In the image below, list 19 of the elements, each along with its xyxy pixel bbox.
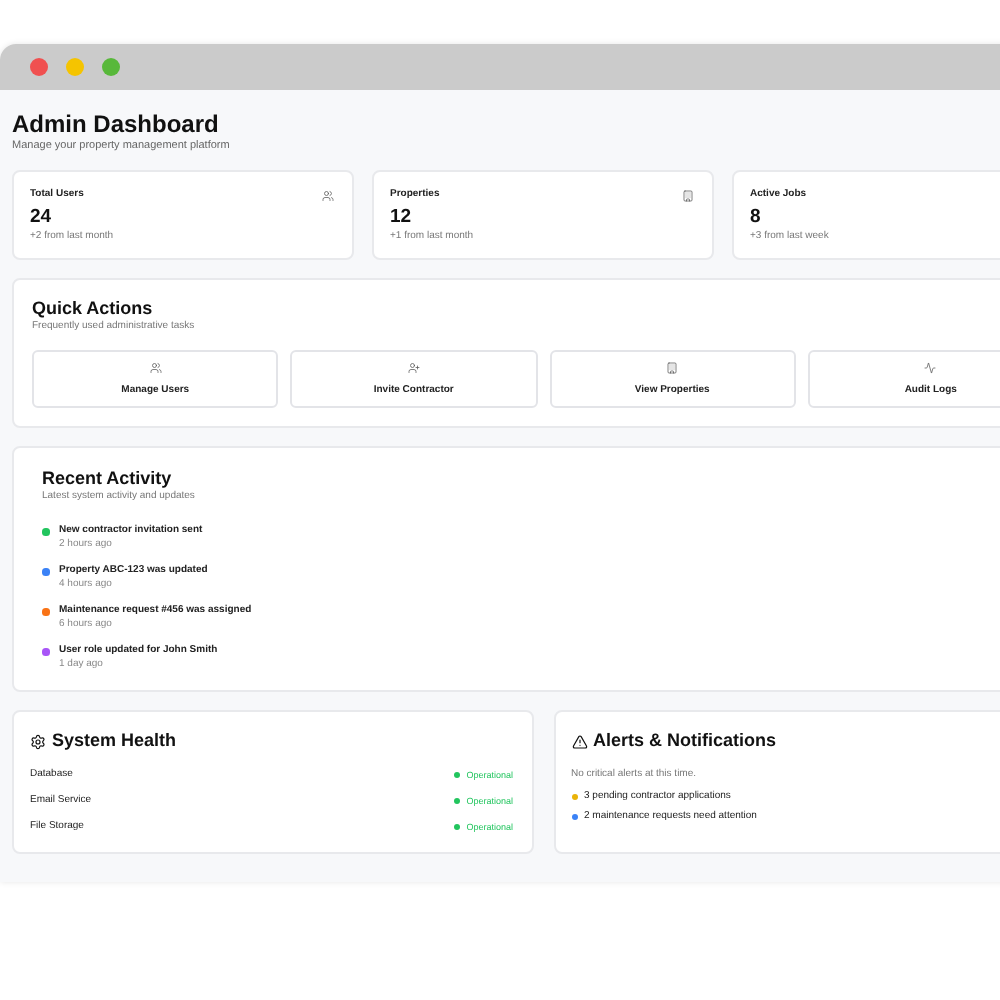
page-title: Admin Dashboard (12, 110, 221, 138)
stat-value: 24 (30, 206, 54, 230)
minimize-dot-icon[interactable] (66, 58, 84, 76)
section-title: Recent Activity (42, 468, 174, 490)
building-icon (682, 189, 694, 201)
settings-icon (30, 733, 46, 749)
users-icon (322, 189, 334, 201)
section-title: Quick Actions (32, 298, 155, 320)
warning-icon (571, 733, 587, 749)
activity-icon (924, 362, 937, 374)
users-icon (149, 362, 162, 374)
close-dot-icon[interactable] (30, 58, 48, 76)
building-icon (666, 362, 679, 374)
section-title: System Health (52, 730, 177, 752)
user-plus-icon (407, 362, 420, 374)
stat-value: 8 (750, 206, 763, 230)
maximize-dot-icon[interactable] (102, 58, 120, 76)
section-title: Alerts & Notifications (593, 730, 777, 752)
stat-value: 12 (390, 206, 414, 230)
